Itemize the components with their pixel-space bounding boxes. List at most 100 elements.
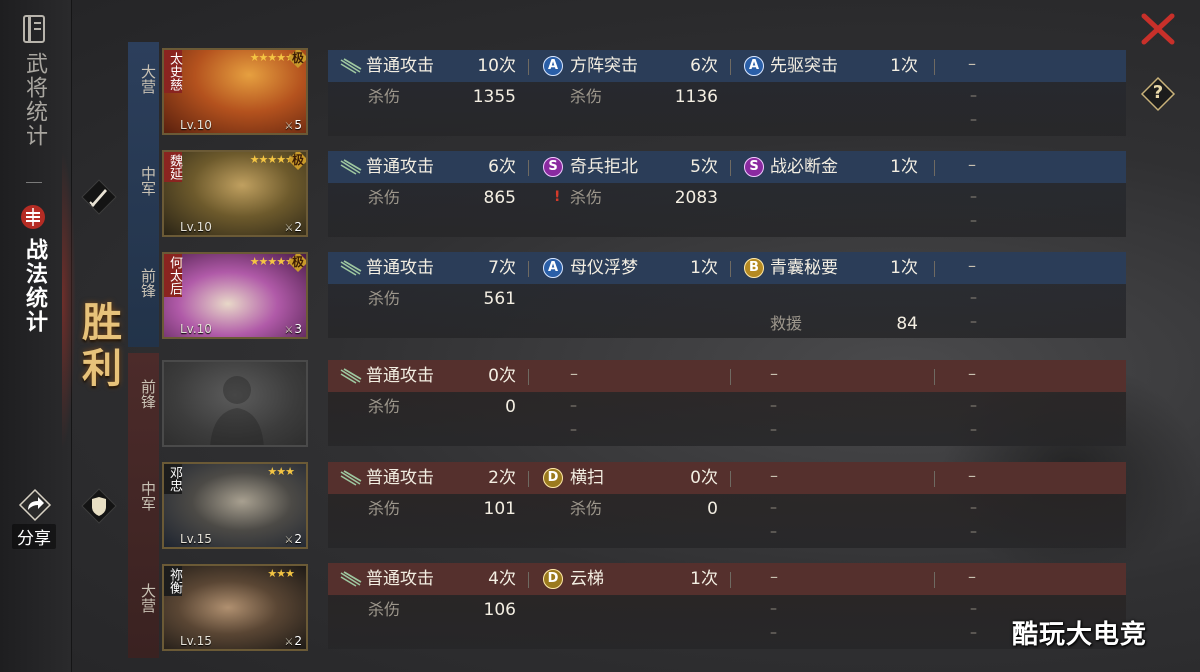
skill-name: –: [968, 155, 976, 174]
stat-label: 杀伤: [570, 499, 603, 518]
attack-count: 7次: [488, 258, 516, 278]
skill-count: 5次: [690, 157, 718, 177]
general-name: 邓忠: [164, 464, 182, 494]
column-divider: [528, 471, 529, 487]
attack-count: 10次: [477, 56, 516, 76]
nav-active-glow: [62, 150, 76, 450]
general-portrait-enemy-3[interactable]: 祢衡 ★★★ Lv.15 ⚔2: [162, 564, 308, 651]
empty-dash: –: [970, 290, 977, 306]
enemy-position-3: 大营: [139, 583, 157, 613]
empty-dash: –: [970, 213, 977, 229]
column-divider: [730, 369, 731, 385]
nav-tactics-stats[interactable]: 战法统计: [20, 238, 48, 334]
star-rating: ★★★: [267, 567, 295, 580]
skill-name: –: [968, 256, 976, 275]
general-portrait-enemy-1[interactable]: [162, 360, 308, 447]
empty-dash: –: [970, 524, 977, 540]
awaken-icon: ⚔: [284, 223, 294, 234]
skill-name: –: [770, 466, 778, 485]
stat-row-enemy-1: 普通攻击 0次 – – – 杀伤 0 – – – – – –: [328, 360, 1126, 446]
empty-dash: –: [970, 189, 977, 205]
stat-row-ally-3: 普通攻击 7次 A 母仪浮梦 1次 B 青囊秘要 1次 – 杀伤 561 救援 …: [328, 252, 1126, 338]
awaken-icon: ⚔: [284, 637, 294, 648]
empty-dash: –: [770, 524, 777, 540]
empty-dash: –: [770, 500, 777, 516]
stat-value: 84: [896, 314, 918, 334]
watermark: 酷玩大电竞: [1012, 620, 1148, 650]
skill-name: –: [570, 364, 578, 383]
share-button[interactable]: 分享: [10, 488, 58, 549]
column-divider: [730, 59, 731, 75]
column-divider: [934, 369, 935, 385]
stat-value: 1136: [674, 87, 718, 107]
general-level: Lv.10: [180, 118, 212, 132]
stat-label: 杀伤: [368, 188, 401, 207]
sword-icon: [81, 179, 117, 215]
general-portrait-ally-1[interactable]: 太史慈 ★★★★★ 极 Lv.10 ⚔5: [162, 48, 308, 135]
general-level: Lv.15: [180, 634, 212, 648]
awaken-badge: ⚔2: [284, 634, 302, 648]
awaken-badge: ⚔2: [284, 532, 302, 546]
attack-count: 0次: [488, 366, 516, 386]
general-portrait-enemy-2[interactable]: 邓忠 ★★★ Lv.15 ⚔2: [162, 462, 308, 549]
skill-grade-badge: D: [543, 468, 563, 488]
awaken-icon: ⚔: [284, 121, 294, 132]
skill-name: –: [968, 466, 976, 485]
nav-general-stats[interactable]: 武将统计: [20, 52, 48, 148]
empty-dash: –: [970, 398, 977, 414]
skill-grade-badge: S: [744, 157, 764, 177]
skill-name: 方阵突击: [570, 56, 638, 76]
nav-divider: [26, 182, 42, 183]
share-icon: [18, 488, 52, 522]
general-portrait-ally-3[interactable]: 何太后 ★★★★★ 极 Lv.10 ⚔3: [162, 252, 308, 339]
general-level: Lv.10: [180, 322, 212, 336]
skill-count: 6次: [690, 56, 718, 76]
column-divider: [730, 572, 731, 588]
tactics-scroll-icon[interactable]: [18, 202, 48, 232]
skill-count: 1次: [890, 258, 918, 278]
attack-label: 普通攻击: [366, 569, 434, 589]
empty-dash: –: [770, 398, 777, 414]
normal-attack-icon: [340, 368, 362, 384]
empty-dash: –: [570, 422, 577, 438]
awaken-badge: ⚔2: [284, 220, 302, 234]
book-icon[interactable]: [22, 14, 46, 44]
skill-count: 0次: [690, 468, 718, 488]
awaken-icon: ⚔: [284, 325, 294, 336]
skill-grade-badge: A: [543, 258, 563, 278]
skill-name: –: [770, 567, 778, 586]
stat-value: 101: [483, 499, 516, 519]
stat-row-enemy-2: 普通攻击 2次 D 横扫 0次 – – 杀伤 101 杀伤 0 – – – –: [328, 462, 1126, 548]
general-level: Lv.15: [180, 532, 212, 546]
star-rating: ★★★★★: [249, 51, 295, 64]
enemy-position-2: 中军: [139, 481, 157, 511]
star-rating: ★★★★★: [249, 255, 295, 268]
skill-name: 云梯: [570, 569, 604, 589]
general-portrait-ally-2[interactable]: 魏延 ★★★★★ 极 Lv.10 ⚔2: [162, 150, 308, 237]
column-divider: [934, 471, 935, 487]
attack-label: 普通攻击: [366, 56, 434, 76]
skill-name: 青囊秘要: [770, 258, 838, 278]
column-divider: [528, 59, 529, 75]
help-button[interactable]: ?: [1140, 76, 1176, 112]
star-rating: ★★★★★: [249, 153, 295, 166]
empty-dash: –: [970, 314, 977, 330]
stat-row-ally-1: 普通攻击 10次 A 方阵突击 6次 A 先驱突击 1次 – 杀伤 1355 杀…: [328, 50, 1126, 136]
stat-value: 0: [505, 397, 516, 417]
stat-label: 救援: [770, 314, 803, 333]
normal-attack-icon: [340, 260, 362, 276]
stat-value: 1355: [472, 87, 516, 107]
help-glyph: ?: [1152, 82, 1164, 103]
normal-attack-icon: [340, 470, 362, 486]
stat-label: 杀伤: [570, 87, 603, 106]
ally-position-2: 中军: [139, 166, 157, 196]
empty-dash: –: [570, 398, 577, 414]
close-icon[interactable]: [1138, 12, 1178, 46]
stat-label: 杀伤: [368, 600, 401, 619]
row-header: [328, 563, 1126, 595]
general-name: 祢衡: [164, 566, 182, 596]
row-header: [328, 50, 1126, 82]
row-header: [328, 151, 1126, 183]
stat-value: 865: [483, 188, 516, 208]
skill-grade-badge: A: [744, 56, 764, 76]
